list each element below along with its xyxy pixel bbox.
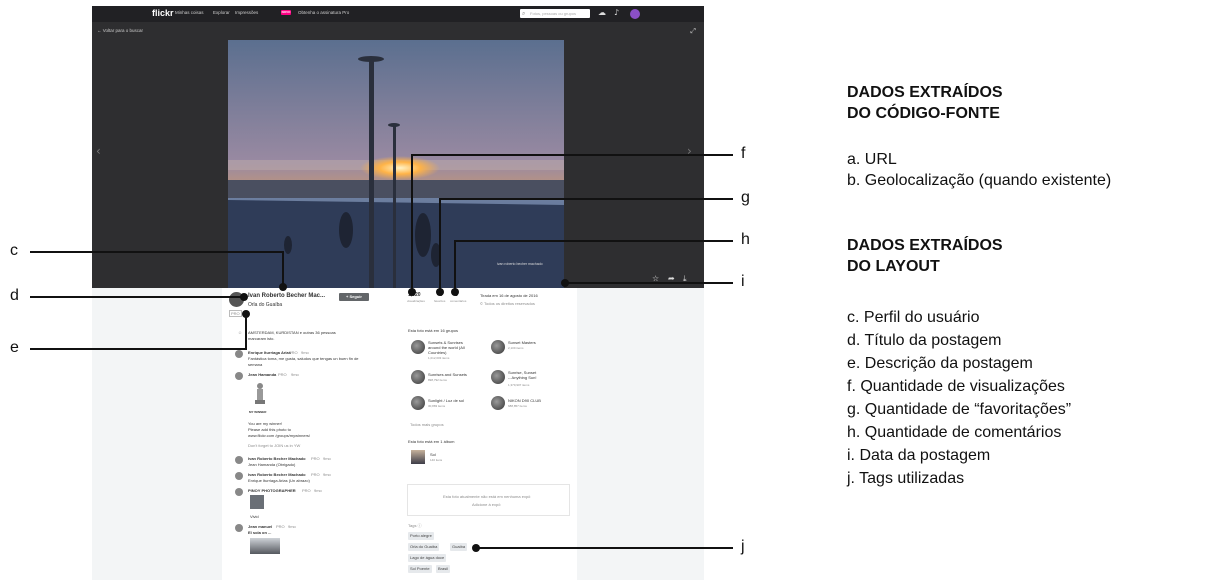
callout-lines [30,154,733,552]
source-data-heading-line-2: DO CÓDIGO-FONTE [847,105,1000,122]
callout-label-h: h [741,231,750,248]
legend-item-a: a. URL [847,151,897,168]
legend-item-e: e. Descrição da postagem [847,355,1033,372]
callout-dot-c [279,283,287,291]
legend-item-j: j. Tags utilizadas [847,470,965,487]
callout-line-f [411,154,733,292]
callout-label-c: c [10,242,18,259]
callout-dot-i [561,279,569,287]
legend-item-b: b. Geolocalização (quando existente) [847,172,1112,189]
legend-item-i: i. Data da postagem [847,447,991,464]
callout-label-g: g [741,189,750,206]
legend-item-d: d. Título da postagem [847,332,1002,349]
callout-line-e [30,314,247,350]
callout-label-e: e [10,339,19,356]
callout-dot-g [436,288,444,296]
legend-item-c: c. Perfil do usuário [847,309,980,326]
callout-line-h [454,240,733,292]
callout-label-j: j [741,538,745,555]
callout-label-f: f [741,145,746,162]
callout-dot-j [472,544,480,552]
legend-item-h: h. Quantidade de comentários [847,424,1062,441]
callout-label-i: i [741,273,745,290]
legend-item-f: f. Quantidade de visualizações [847,378,1065,395]
callout-line-c [30,251,284,287]
layout-data-heading-line-1: DADOS EXTRAÍDOS [847,237,1003,254]
layout-data-heading-line-2: DO LAYOUT [847,258,940,275]
legend-item-g: g. Quantidade de “favoritações” [847,401,1072,418]
callout-dot-h [451,288,459,296]
callout-line-g [439,198,733,292]
callout-dot-e [242,310,250,318]
callout-dot-f [408,288,416,296]
source-data-heading-line-1: DADOS EXTRAÍDOS [847,84,1003,101]
callout-label-d: d [10,287,19,304]
callout-dot-d [240,293,248,301]
